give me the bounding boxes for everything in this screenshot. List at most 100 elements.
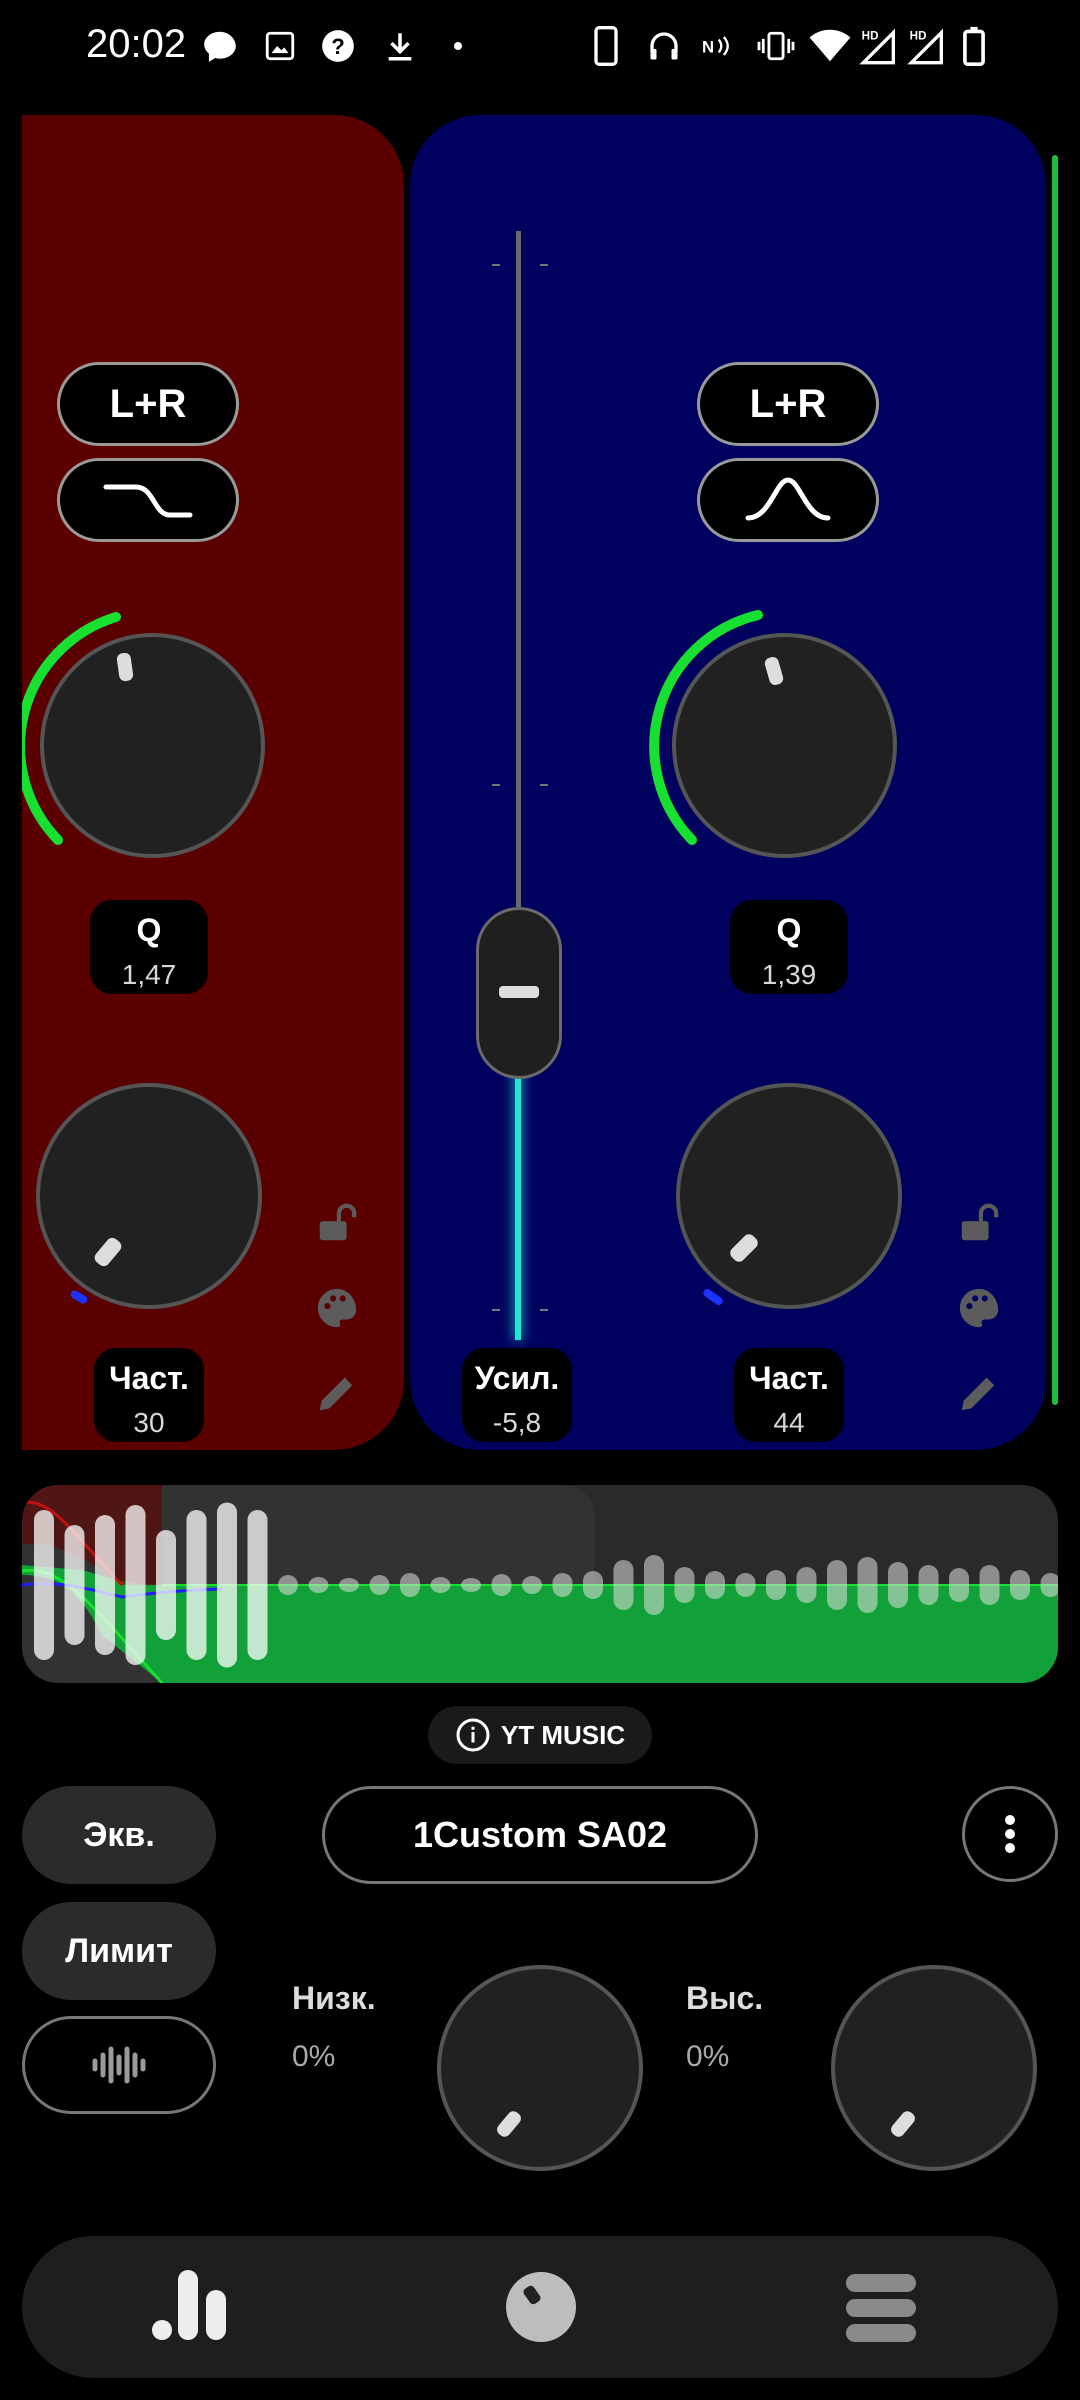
freq-badge-center: Част. 44 xyxy=(734,1348,844,1442)
freq-value-center: 44 xyxy=(773,1407,805,1438)
spectrum-bar xyxy=(95,1515,115,1655)
spectrum-bar xyxy=(613,1560,634,1610)
low-label: Низк. xyxy=(292,1980,376,2016)
peak-icon xyxy=(745,477,831,521)
lock-open-icon[interactable] xyxy=(956,1200,1002,1251)
bottom-nav xyxy=(22,2236,1058,2378)
q-knob-left[interactable] xyxy=(22,595,265,885)
spectrum-bar xyxy=(308,1577,329,1593)
spectrum-bar xyxy=(278,1575,298,1595)
q-label-center: Q xyxy=(776,912,802,948)
q-knob-center[interactable] xyxy=(630,595,897,885)
status-bar: 20:02 ? N HD HD xyxy=(0,0,1080,95)
spectrum-bar xyxy=(735,1573,756,1597)
svg-text:HD: HD xyxy=(910,29,927,42)
signal-hd-2-icon: HD xyxy=(906,24,950,68)
spectrum-graph xyxy=(22,1485,1058,1683)
low-shelf-icon xyxy=(103,484,193,518)
high-knob[interactable] xyxy=(831,1965,1037,2171)
info-icon xyxy=(456,1718,490,1752)
spectrum-bar xyxy=(1010,1570,1030,1600)
spectrum-bar xyxy=(827,1560,847,1610)
gain-thumb[interactable] xyxy=(476,907,562,1079)
spectrum-bar xyxy=(583,1571,603,1599)
low-knob[interactable] xyxy=(437,1965,643,2171)
knob-icon[interactable] xyxy=(504,2270,578,2349)
band-panel-left: L+R Q 1,47 Част. 30 xyxy=(22,115,404,1450)
filter-type-button-center[interactable] xyxy=(697,458,879,542)
spectrum-bar xyxy=(64,1525,85,1645)
spectrum-bar xyxy=(186,1510,207,1660)
wifi-icon xyxy=(808,24,852,68)
q-badge-center: Q 1,39 xyxy=(730,900,848,994)
lock-open-icon[interactable] xyxy=(314,1200,360,1251)
spectrum-bar xyxy=(125,1505,146,1665)
equalizer-bars-icon[interactable] xyxy=(152,2270,232,2347)
status-time: 20:02 xyxy=(86,22,187,66)
spectrum-bar xyxy=(979,1565,1000,1605)
band-panel-center: L+R Q 1,39 Усил. -5,8 Част. 44 xyxy=(410,115,1046,1450)
gain-slider[interactable] xyxy=(476,175,562,1405)
limit-button[interactable]: Лимит xyxy=(22,1902,216,2000)
eq-button[interactable]: Экв. xyxy=(22,1786,216,1884)
freq-badge-left: Част. 30 xyxy=(94,1348,204,1442)
spectrum-bar xyxy=(857,1557,878,1613)
preset-selector[interactable]: 1Custom SA02 xyxy=(322,1786,758,1884)
gain-scale-marks xyxy=(492,264,548,1311)
gain-badge: Усил. -5,8 xyxy=(462,1348,572,1442)
q-label-left: Q xyxy=(136,912,162,948)
spectrum-bar xyxy=(674,1567,695,1603)
spectrum-bar xyxy=(766,1570,786,1600)
help-icon: ? xyxy=(316,24,360,68)
battery-icon xyxy=(956,24,992,68)
spectrum-bar xyxy=(369,1575,390,1595)
spectrum-bar xyxy=(461,1578,481,1592)
palette-icon[interactable] xyxy=(956,1285,1002,1336)
more-vert-icon xyxy=(1005,1815,1015,1853)
spectrum-bar xyxy=(644,1555,664,1615)
waveform-icon xyxy=(92,2046,146,2084)
filter-type-button-left[interactable] xyxy=(57,458,239,542)
spectrum-bar xyxy=(156,1530,176,1640)
channel-button-left[interactable]: L+R xyxy=(57,362,239,446)
palette-icon[interactable] xyxy=(314,1285,360,1336)
high-label: Выс. xyxy=(686,1980,764,2016)
freq-marker-left xyxy=(69,1289,89,1305)
source-chip[interactable]: YT MUSIC xyxy=(428,1706,652,1764)
chat-icon xyxy=(198,24,242,68)
band-panel-right-edge[interactable] xyxy=(1052,155,1058,1405)
dot-icon xyxy=(446,24,470,68)
svg-text:N: N xyxy=(702,37,714,56)
freq-knob-center[interactable] xyxy=(676,1083,902,1309)
spectrum-bar xyxy=(430,1577,451,1593)
spectrum-bar xyxy=(522,1576,542,1594)
svg-text:HD: HD xyxy=(862,29,879,42)
low-value: 0% xyxy=(292,2040,336,2073)
menu-stack-icon[interactable] xyxy=(846,2274,916,2347)
phone-icon xyxy=(588,24,624,68)
gain-label: Усил. xyxy=(474,1360,560,1396)
more-button[interactable] xyxy=(962,1786,1058,1882)
freq-label-left: Част. xyxy=(109,1360,189,1396)
spectrum-bar xyxy=(918,1565,939,1605)
spectrum-analyzer[interactable] xyxy=(22,1485,1058,1683)
waveform-button[interactable] xyxy=(22,2016,216,2114)
spectrum-bar xyxy=(339,1578,359,1592)
signal-hd-1-icon: HD xyxy=(858,24,902,68)
spectrum-bar xyxy=(217,1502,237,1668)
spectrum-bar xyxy=(888,1562,908,1608)
q-value-left: 1,47 xyxy=(121,959,177,990)
freq-knob-left[interactable] xyxy=(36,1083,262,1309)
pencil-icon[interactable] xyxy=(956,1370,1002,1421)
nfc-icon: N xyxy=(700,24,740,68)
pencil-icon[interactable] xyxy=(314,1370,360,1421)
q-badge-left: Q 1,47 xyxy=(90,900,208,994)
spectrum-bar xyxy=(34,1510,54,1660)
download-icon xyxy=(378,24,422,68)
spectrum-bar xyxy=(949,1568,969,1602)
spectrum-bar xyxy=(491,1574,512,1596)
gain-value: -5,8 xyxy=(492,1407,542,1438)
spectrum-bar xyxy=(552,1573,573,1597)
channel-button-center[interactable]: L+R xyxy=(697,362,879,446)
spectrum-bar xyxy=(400,1573,420,1597)
